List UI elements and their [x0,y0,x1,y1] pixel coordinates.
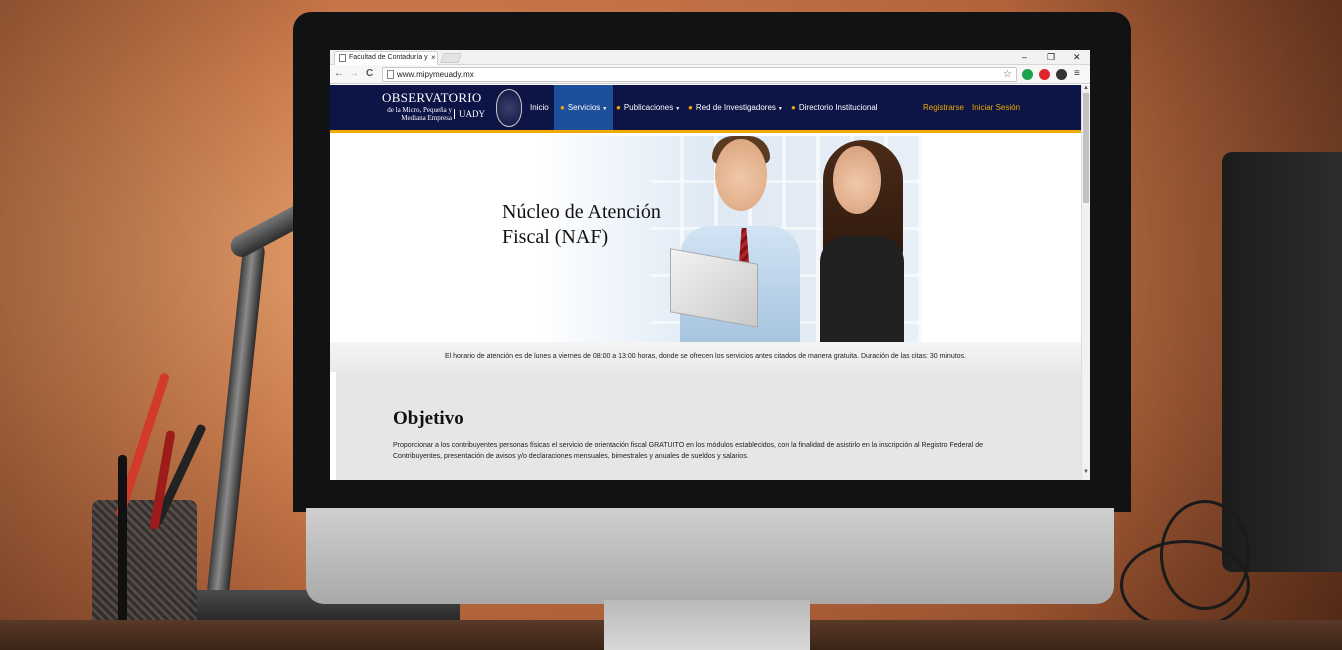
woman-face [833,146,881,214]
page-icon [339,54,346,62]
nav-item-servicios[interactable]: ● Servicios ▼ [554,85,614,130]
nav-label: Publicaciones [623,103,674,112]
nav-item-publicaciones[interactable]: ● Publicaciones ▼ [616,85,680,130]
green-extension-icon[interactable] [1022,69,1033,80]
nav-item-red-investigadores[interactable]: ● Red de Investigadores ▼ [688,85,783,130]
dark-extension-icon[interactable] [1056,69,1067,80]
caret-down-icon: ▼ [675,106,681,112]
hero-title-line1: Núcleo de Atención [502,201,661,223]
address-bar[interactable]: www.mipymeuady.mx ☆ [382,67,1017,82]
objective-section: Objetivo Proporcionar a los contribuyent… [336,372,1081,480]
caret-down-icon: ▼ [602,106,608,112]
logo-institution[interactable]: UADY [454,109,485,119]
browser-tab[interactable]: Facultad de Contaduría y × [334,51,438,65]
register-link[interactable]: Registrarse [923,85,964,130]
schedule-info: El horario de atención es de lunes a vie… [330,342,1081,372]
tab-close-icon[interactable]: × [431,52,436,64]
reload-icon[interactable]: C [366,67,373,81]
toolbar: ← → C www.mipymeuady.mx ☆ ≡ [330,65,1090,84]
nav-label: Servicios [567,103,601,112]
new-tab-button[interactable] [440,53,462,63]
hero-title-line2: Fiscal (NAF) [502,226,609,248]
opera-extension-icon[interactable] [1039,69,1050,80]
back-arrow-icon[interactable]: ← [334,67,344,81]
minimize-button[interactable]: – [1022,50,1027,64]
nav-item-inicio[interactable]: Inicio [530,85,549,130]
caret-down-icon: ▼ [777,106,783,112]
secondary-monitor [1222,152,1342,572]
bullet-icon: ● [560,103,565,112]
site-header: OBSERVATORIO de la Micro, Pequeña y Medi… [330,85,1081,133]
imac-stand [604,600,810,650]
close-window-button[interactable]: ✕ [1073,50,1081,64]
login-link[interactable]: Iniciar Sesión [972,85,1020,130]
bullet-icon: ● [616,103,621,112]
tab-strip: Facultad de Contaduría y × – ❐ ✕ [330,50,1090,65]
hero-banner: Núcleo de Atención Fiscal (NAF) [330,136,1081,342]
scroll-down-icon[interactable]: ▼ [1083,469,1089,475]
bullet-icon: ● [791,103,796,112]
logo-subtitle[interactable]: de la Micro, Pequeña y Mediana Empresa [382,106,452,122]
menu-icon[interactable]: ≡ [1074,67,1080,81]
nav-label: Red de Investigadores [695,103,776,112]
nav-item-directorio[interactable]: ● Directorio Institucional [791,85,878,130]
url-text[interactable]: www.mipymeuady.mx [397,68,474,81]
forward-arrow-icon[interactable]: → [349,67,359,81]
woman-figure [820,236,904,342]
section-body: Proporcionar a los contribuyentes person… [393,442,983,460]
nav-label: Directorio Institucional [798,103,878,112]
tab-title: Facultad de Contaduría y [349,54,428,61]
page-scrollbar[interactable]: ▲ ▼ [1081,85,1090,480]
bullet-icon: ● [688,103,693,112]
browser-window: Facultad de Contaduría y × – ❐ ✕ ← → C w… [330,50,1090,480]
bookmark-star-icon[interactable]: ☆ [1003,68,1012,81]
pen-holder [92,500,197,640]
apple-logo-icon [688,526,728,576]
page-info-icon[interactable] [387,70,394,79]
scroll-up-icon[interactable]: ▲ [1083,85,1089,91]
man-face [715,139,767,211]
logo-title[interactable]: OBSERVATORIO [382,90,482,106]
cable [1160,500,1250,610]
section-title: Objetivo [393,408,464,429]
restore-button[interactable]: ❐ [1047,50,1055,64]
scroll-thumb[interactable] [1083,93,1089,203]
hero-title: Núcleo de Atención Fiscal (NAF) [502,200,702,250]
nav-label: Inicio [530,103,549,112]
uady-seal-icon[interactable] [496,89,522,127]
